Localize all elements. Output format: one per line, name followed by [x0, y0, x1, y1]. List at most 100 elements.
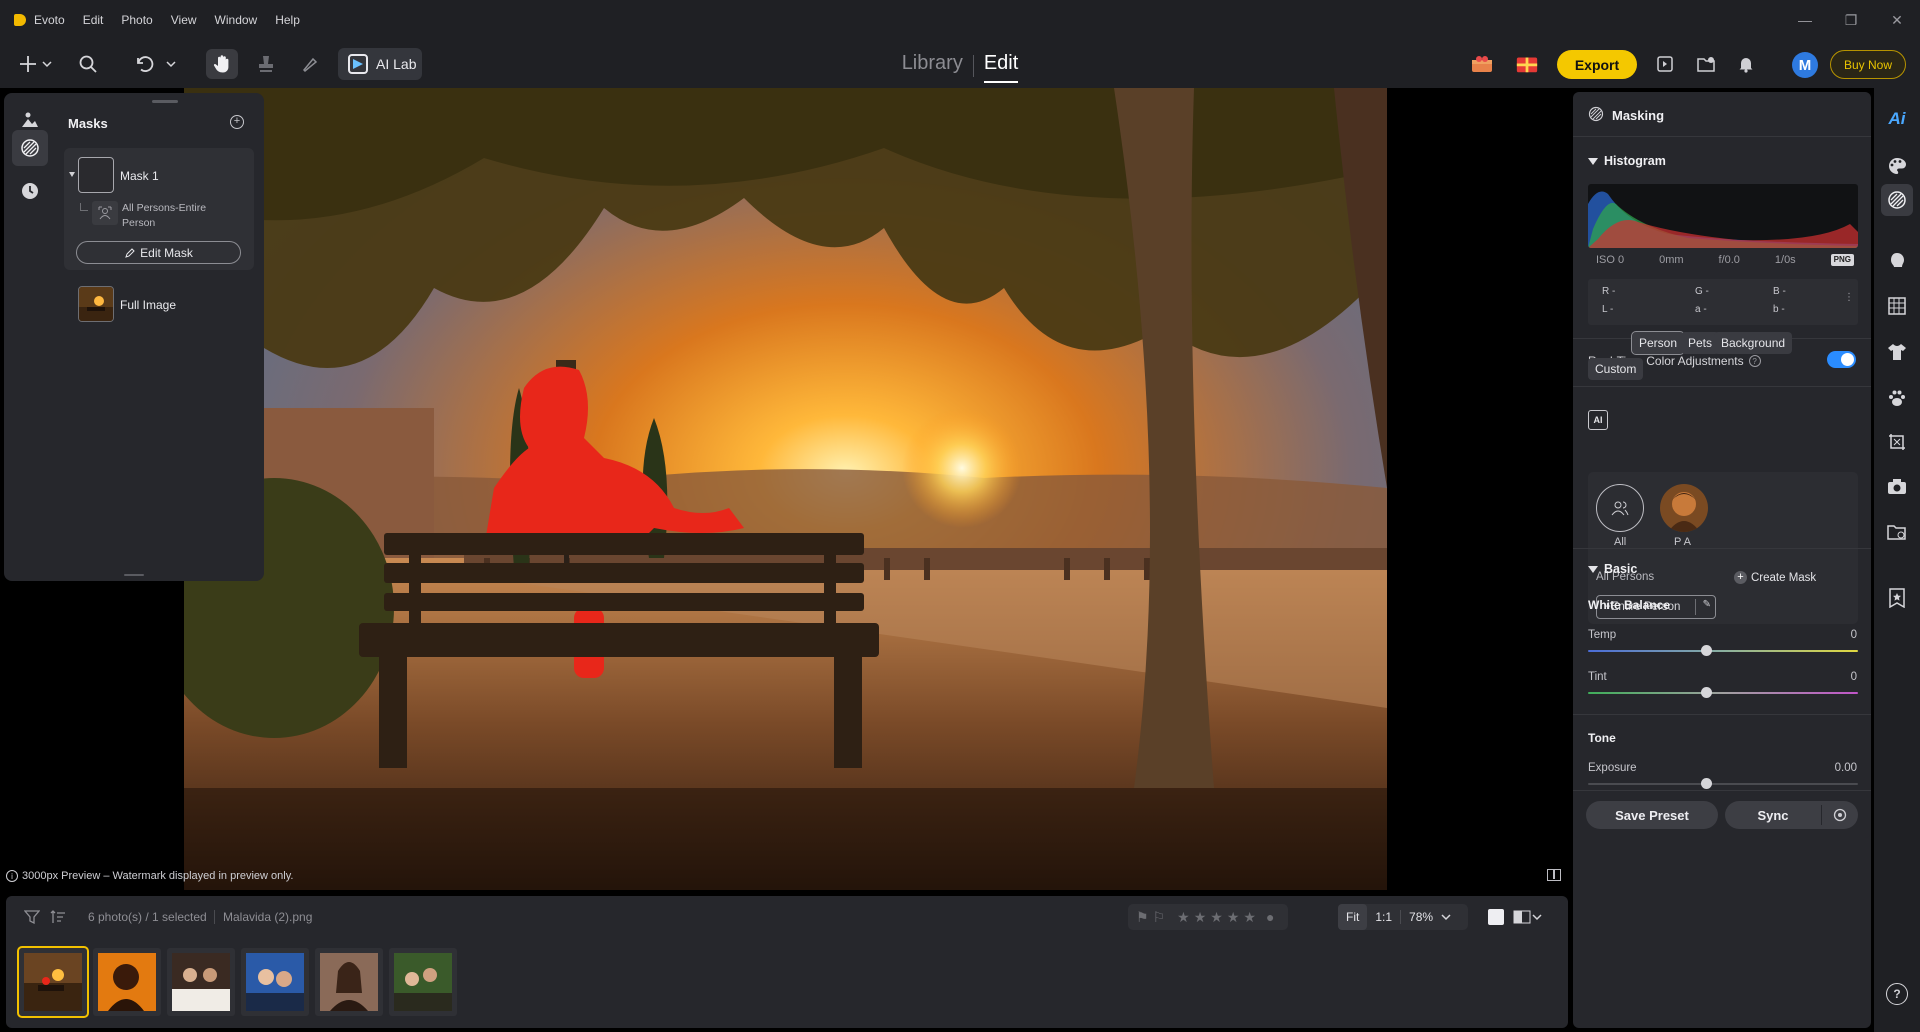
face-retouch-icon[interactable]: [1885, 249, 1909, 273]
mask-1-name[interactable]: Mask 1: [120, 169, 159, 183]
photo-canvas[interactable]: [184, 88, 1387, 890]
submask-connector: [80, 203, 88, 211]
readout-b: B -: [1773, 286, 1786, 297]
help-icon[interactable]: ?: [1748, 355, 1761, 367]
ai-features-icon[interactable]: Ai: [1885, 107, 1909, 131]
rating-star-icon[interactable]: ★: [1210, 909, 1223, 926]
close-button[interactable]: ✕: [1874, 0, 1920, 40]
window-controls: — ❐ ✕: [1782, 0, 1920, 40]
chip-custom[interactable]: Custom: [1588, 358, 1644, 380]
all-persons-avatar[interactable]: [1596, 484, 1644, 532]
person-pa-caption: P A: [1674, 536, 1691, 548]
sort-icon[interactable]: [46, 905, 70, 929]
batch-folder-icon[interactable]: [1885, 520, 1909, 544]
filmstrip-thumbnail-6[interactable]: [389, 948, 457, 1016]
chip-person[interactable]: Person: [1630, 331, 1686, 355]
sync-button[interactable]: Sync: [1725, 801, 1858, 829]
filmstrip-thumbnail-2[interactable]: [93, 948, 161, 1016]
restore-button[interactable]: ❐: [1828, 0, 1874, 40]
camera-icon[interactable]: [1885, 475, 1909, 499]
flag-pick-icon[interactable]: ⚑: [1136, 909, 1149, 926]
color-label-dot-icon[interactable]: ●: [1266, 909, 1274, 925]
single-view-icon[interactable]: [1484, 905, 1508, 929]
histogram-section-header[interactable]: Histogram: [1588, 154, 1666, 168]
rating-star-icon[interactable]: ★: [1243, 909, 1256, 926]
masking-rail-icon[interactable]: [1881, 184, 1913, 216]
temp-slider-knob[interactable]: [1701, 645, 1712, 656]
history-clock-icon[interactable]: [16, 177, 44, 205]
info-icon: i: [6, 870, 18, 882]
mask-1-collapse-icon[interactable]: [69, 172, 75, 177]
edited-photo-image: [184, 88, 1387, 890]
app-logo-icon: [14, 14, 26, 26]
filmstrip-thumbnail-4[interactable]: [241, 948, 309, 1016]
tab-library[interactable]: Library: [892, 52, 973, 77]
sync-settings-icon[interactable]: [1822, 808, 1858, 822]
exposure-slider-knob[interactable]: [1701, 778, 1712, 789]
save-preset-button[interactable]: Save Preset: [1586, 801, 1718, 829]
feature-rail: Ai ?: [1874, 88, 1920, 1032]
rating-star-icon[interactable]: ★: [1194, 909, 1207, 926]
tone-heading: Tone: [1588, 731, 1616, 745]
panel-resize-handle[interactable]: [124, 574, 144, 576]
panel-drag-handle[interactable]: [152, 100, 178, 103]
exposure-label: Exposure: [1588, 762, 1637, 774]
zoom-percent[interactable]: 78%: [1400, 910, 1441, 924]
grid-filter-icon[interactable]: [1885, 294, 1909, 318]
masks-title: Masks: [68, 116, 108, 131]
histogram-title: Histogram: [1604, 154, 1666, 168]
menu-edit[interactable]: Edit: [83, 13, 104, 27]
create-mask-button[interactable]: + Create Mask: [1734, 571, 1816, 584]
zoom-1to1-button[interactable]: 1:1: [1367, 910, 1400, 924]
tab-edit[interactable]: Edit: [974, 52, 1028, 83]
tint-value[interactable]: 0: [1851, 671, 1857, 683]
add-mask-icon[interactable]: +: [230, 115, 244, 129]
temp-slider[interactable]: [1588, 650, 1858, 652]
exposure-slider[interactable]: [1588, 783, 1858, 785]
filmstrip-thumbnail-1[interactable]: [17, 946, 89, 1018]
plus-icon: +: [1734, 571, 1747, 584]
filmstrip-divider: [214, 910, 215, 924]
clothing-icon[interactable]: [1885, 340, 1909, 364]
readout-g: G -: [1695, 286, 1709, 297]
temp-value[interactable]: 0: [1851, 629, 1857, 641]
zoom-fit-button[interactable]: Fit: [1338, 904, 1368, 930]
tint-slider[interactable]: [1588, 692, 1858, 694]
realtime-color-toggle[interactable]: [1827, 351, 1856, 368]
starred-presets-icon[interactable]: [1885, 586, 1909, 610]
filmstrip-thumbnail-3[interactable]: [167, 948, 235, 1016]
submask-label[interactable]: All Persons-Entire Person: [122, 201, 222, 231]
crop-icon[interactable]: [1885, 430, 1909, 454]
more-options-icon[interactable]: ⋮: [1844, 292, 1854, 303]
filter-icon[interactable]: [20, 905, 44, 929]
flag-reject-icon[interactable]: ⚐: [1153, 909, 1166, 926]
exposure-value[interactable]: 0.00: [1835, 762, 1857, 774]
rating-star-icon[interactable]: ★: [1177, 909, 1190, 926]
pet-paw-icon[interactable]: [1885, 386, 1909, 410]
zoom-dropdown-chevron-icon[interactable]: [1441, 910, 1451, 924]
edit-mask-button[interactable]: Edit Mask: [76, 241, 241, 264]
view-dropdown-chevron-icon[interactable]: [1530, 905, 1544, 929]
menu-help[interactable]: Help: [275, 13, 300, 27]
split-compare-icon[interactable]: [1547, 869, 1561, 881]
rating-star-icon[interactable]: ★: [1227, 909, 1240, 926]
ai-select-icon[interactable]: AI: [1588, 410, 1608, 430]
readout-a: a -: [1695, 304, 1707, 315]
exif-info-row: ISO 0 0mm f/0.0 1/0s PNG: [1588, 254, 1858, 266]
help-question-icon[interactable]: ?: [1886, 983, 1908, 1005]
tint-slider-knob[interactable]: [1701, 687, 1712, 698]
menu-view[interactable]: View: [171, 13, 197, 27]
color-palette-icon[interactable]: [1885, 154, 1909, 178]
masking-icon[interactable]: [12, 130, 48, 166]
basic-section-header[interactable]: Basic: [1588, 562, 1637, 576]
full-image-label[interactable]: Full Image: [120, 298, 176, 312]
minimize-button[interactable]: —: [1782, 0, 1828, 40]
menu-window[interactable]: Window: [215, 13, 258, 27]
full-image-thumbnail[interactable]: [78, 286, 114, 322]
edit-submask-icon[interactable]: ✎: [1695, 599, 1711, 615]
filmstrip-thumbnail-5[interactable]: [315, 948, 383, 1016]
chip-background[interactable]: Background: [1714, 332, 1793, 354]
menu-photo[interactable]: Photo: [121, 13, 152, 27]
mask-1-thumbnail[interactable]: [78, 157, 114, 193]
person-pa-avatar[interactable]: [1660, 484, 1708, 532]
